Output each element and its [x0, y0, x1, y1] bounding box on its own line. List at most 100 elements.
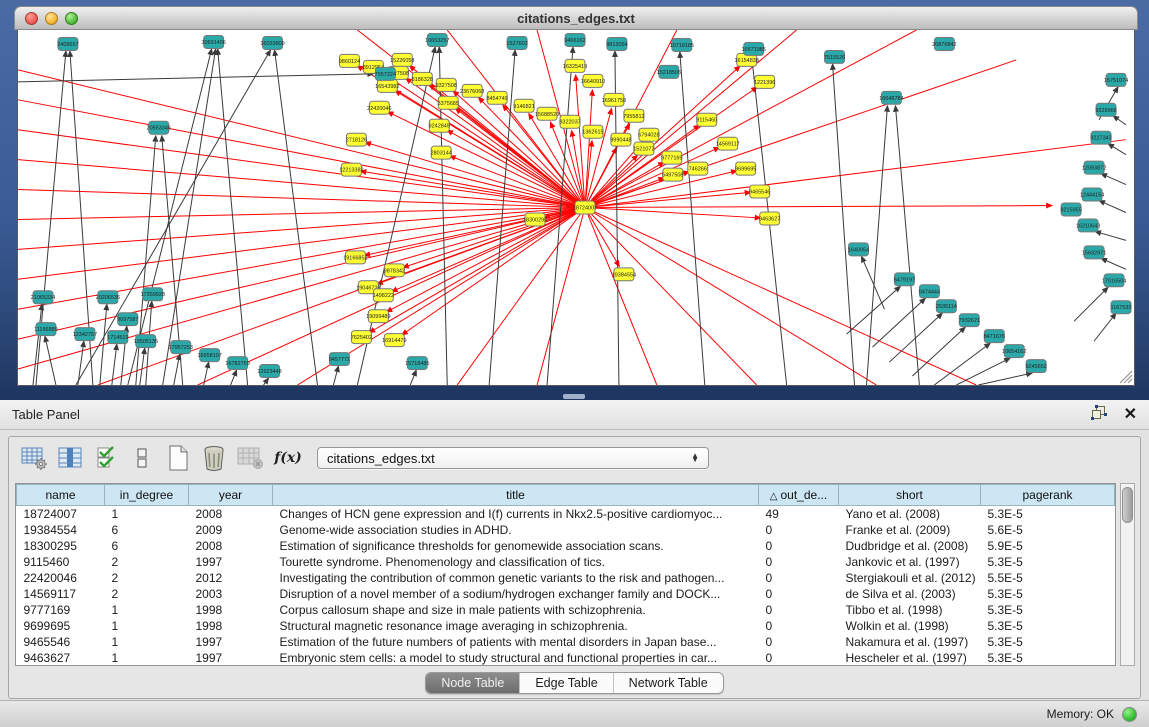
graph-node[interactable]: 1521072 — [633, 142, 654, 155]
scrollbar-thumb[interactable] — [1122, 487, 1133, 523]
table-cell[interactable]: Estimation of significance thresholds fo… — [273, 538, 759, 554]
graph-node[interactable]: 2935114 — [936, 300, 957, 313]
table-cell[interactable]: 5.3E-5 — [981, 506, 1115, 522]
table-cell[interactable]: Hescheler et al. (1997) — [839, 650, 981, 666]
graph-node[interactable]: 9860124 — [339, 54, 360, 67]
select-column-icon[interactable] — [55, 444, 85, 472]
graph-node[interactable]: 15688520 — [535, 107, 559, 120]
graph-node[interactable]: 18724007 — [573, 201, 597, 214]
table-cell[interactable]: 0 — [759, 586, 839, 602]
graph-node[interactable]: 2409557 — [57, 37, 78, 50]
graph-node[interactable]: 16640910 — [581, 74, 605, 87]
table-cell[interactable]: 1998 — [189, 618, 273, 634]
table-cell[interactable]: 5.5E-5 — [981, 570, 1115, 586]
table-cell[interactable]: Franke et al. (2009) — [839, 522, 981, 538]
graph-node[interactable]: 7557224 — [375, 67, 396, 80]
graph-node[interactable]: 6497508 — [662, 168, 683, 181]
table-cell[interactable]: 5.6E-5 — [981, 522, 1115, 538]
graph-node[interactable]: 9242845 — [429, 119, 450, 132]
table-cell[interactable]: 0 — [759, 554, 839, 570]
table-cell[interactable]: 1997 — [189, 650, 273, 666]
table-cell[interactable]: Estimation of the future numbers of pati… — [273, 634, 759, 650]
graph-node[interactable]: 8322037 — [559, 115, 580, 128]
network-window-titlebar[interactable]: citations_edges.txt — [14, 6, 1138, 30]
graph-node[interactable]: 10653257 — [425, 33, 449, 46]
table-cell[interactable]: 5.3E-5 — [981, 586, 1115, 602]
table-row[interactable]: 1938455462009Genome-wide association stu… — [17, 522, 1115, 538]
graph-node[interactable]: 13505135 — [134, 335, 158, 348]
graph-node[interactable]: 12444154 — [1080, 188, 1104, 201]
table-cell[interactable]: 5.9E-5 — [981, 538, 1115, 554]
table-cell[interactable]: 9115460 — [17, 554, 105, 570]
graph-node[interactable]: 15218506 — [657, 65, 681, 78]
table-cell[interactable]: Wolkin et al. (1998) — [839, 618, 981, 634]
column-header-pagerank[interactable]: pagerank — [981, 485, 1115, 506]
graph-node[interactable]: 9465546 — [749, 185, 770, 198]
citation-network-graph[interactable]: 1872400798601248912954152260589827508165… — [18, 30, 1134, 385]
column-header-name[interactable]: name — [17, 485, 105, 506]
table-cell[interactable]: 1 — [105, 618, 189, 634]
table-cell[interactable]: 1998 — [189, 602, 273, 618]
table-header-row[interactable]: namein_degreeyeartitle△out_de...shortpag… — [17, 485, 1115, 506]
table-cell[interactable]: 2 — [105, 570, 189, 586]
table-cell[interactable]: 5.3E-5 — [981, 602, 1115, 618]
column-header-short[interactable]: short — [839, 485, 981, 506]
table-cell[interactable]: 2008 — [189, 506, 273, 522]
graph-node[interactable]: 9878342 — [384, 264, 405, 277]
graph-node[interactable]: 18300295 — [523, 213, 547, 226]
graph-node[interactable]: 16210643 — [1076, 219, 1100, 232]
table-cell[interactable]: 1 — [105, 602, 189, 618]
graph-node[interactable]: 16648784 — [879, 91, 903, 104]
tab-node-table[interactable]: Node Table — [426, 673, 520, 693]
graph-node[interactable]: 23676068 — [460, 84, 484, 97]
graph-node[interactable]: 15718485 — [405, 357, 429, 370]
table-cell[interactable]: 2 — [105, 554, 189, 570]
graph-node[interactable]: 7932621 — [959, 314, 980, 327]
graph-node[interactable]: 12213382 — [339, 163, 363, 176]
graph-node[interactable]: 6479197 — [894, 273, 915, 286]
graph-node[interactable]: 9115460 — [696, 113, 717, 126]
graph-node[interactable]: 20876842 — [932, 37, 956, 50]
table-cell[interactable]: Investigating the contribution of common… — [273, 570, 759, 586]
table-cell[interactable]: 14569117 — [17, 586, 105, 602]
graph-node[interactable]: 19099489 — [366, 310, 390, 323]
graph-node[interactable]: 19166852 — [343, 251, 367, 264]
table-cell[interactable]: Dudbridge et al. (2008) — [839, 538, 981, 554]
table-cell[interactable]: 5.3E-5 — [981, 618, 1115, 634]
graph-node[interactable]: 16543982 — [375, 79, 399, 92]
table-cell[interactable]: 6 — [105, 538, 189, 554]
memory-ok-indicator-icon[interactable] — [1122, 707, 1137, 722]
table-cell[interactable]: Yano et al. (2008) — [839, 506, 981, 522]
tab-edge-table[interactable]: Edge Table — [520, 673, 613, 693]
table-cell[interactable]: 49 — [759, 506, 839, 522]
graph-node[interactable]: 9227343 — [1090, 131, 1111, 144]
graph-node[interactable]: 16961758 — [602, 93, 626, 106]
table-cell[interactable]: 1 — [105, 650, 189, 666]
graph-node[interactable]: 9777169 — [661, 151, 682, 164]
graph-node[interactable]: 8471676 — [984, 330, 1005, 343]
table-cell[interactable]: Genome-wide association studies in ADHD. — [273, 522, 759, 538]
table-cell[interactable]: 2009 — [189, 522, 273, 538]
table-cell[interactable]: 5.3E-5 — [981, 554, 1115, 570]
table-cell[interactable]: Embryonic stem cells: a model to study s… — [273, 650, 759, 666]
graph-node[interactable]: 9329966 — [1095, 103, 1116, 116]
table-cell[interactable]: Structural magnetic resonance image aver… — [273, 618, 759, 634]
canvas-resize-grip[interactable] — [1120, 371, 1132, 383]
graph-node[interactable]: 7515526 — [824, 50, 845, 63]
table-cell[interactable]: 5.3E-5 — [981, 634, 1115, 650]
close-panel-icon[interactable]: ✕ — [1124, 407, 1137, 423]
column-header-indegree[interactable]: in_degree — [105, 485, 189, 506]
graph-node[interactable]: 7625402 — [351, 331, 372, 344]
graph-node[interactable]: 8215955 — [1060, 203, 1081, 216]
table-cell[interactable]: Disruption of a novel member of a sodium… — [273, 586, 759, 602]
table-cell[interactable]: 19384554 — [17, 522, 105, 538]
graph-node[interactable]: 20206536 — [96, 291, 120, 304]
graph-node[interactable]: 10719185 — [670, 38, 694, 51]
graph-node[interactable]: 12923448 — [257, 365, 281, 378]
graph-node[interactable]: 12093872 — [1082, 161, 1106, 174]
graph-node[interactable]: 6794028 — [638, 128, 659, 141]
table-cell[interactable]: 9463627 — [17, 650, 105, 666]
graph-node[interactable]: 15751074 — [1104, 73, 1128, 86]
graph-node[interactable]: 1527602 — [506, 36, 527, 49]
table-cell[interactable]: 1997 — [189, 554, 273, 570]
